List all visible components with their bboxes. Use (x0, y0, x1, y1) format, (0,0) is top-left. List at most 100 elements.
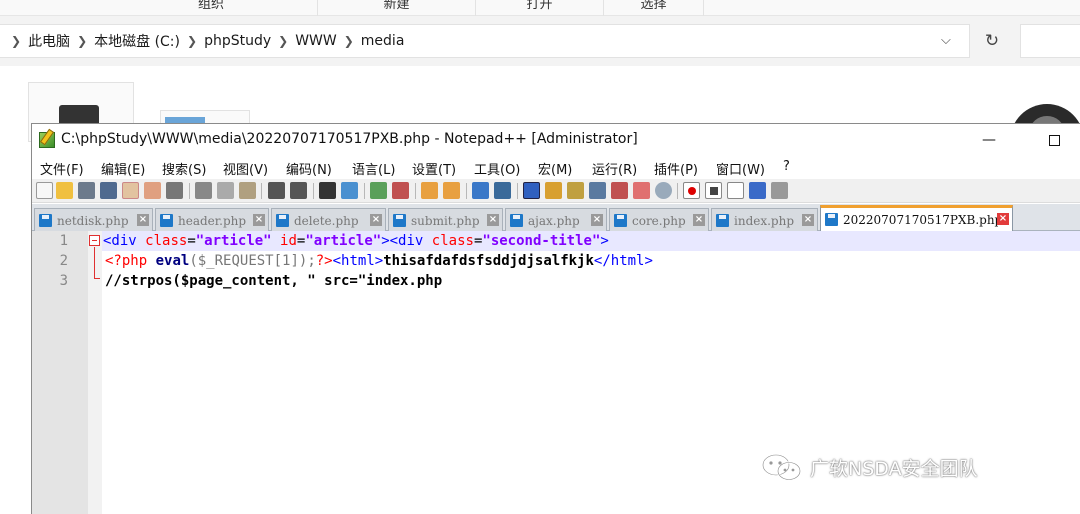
word-wrap-icon[interactable] (472, 182, 489, 199)
undo-icon[interactable] (268, 182, 285, 199)
toolbar-separator (466, 183, 467, 199)
tab-submit[interactable]: submit.php × (388, 208, 503, 231)
close-icon[interactable]: × (487, 214, 499, 226)
tab-label: header.php (178, 214, 247, 228)
menu-settings[interactable]: 设置(T) (412, 159, 456, 178)
save-icon[interactable] (78, 182, 95, 199)
line-number: 2 (59, 253, 68, 269)
tab-ajax[interactable]: ajax.php × (505, 208, 607, 231)
minimize-button[interactable]: — (966, 124, 1012, 156)
folder-as-workspace-icon[interactable] (611, 182, 628, 199)
save-macro-icon[interactable] (771, 182, 788, 199)
close-icon[interactable]: × (591, 214, 603, 226)
print-icon[interactable] (166, 182, 183, 199)
record-macro-icon[interactable] (683, 182, 700, 199)
breadcrumb-media[interactable]: media (361, 33, 405, 49)
menu-run[interactable]: 运行(R) (592, 159, 637, 178)
open-folder-icon[interactable] (56, 182, 73, 199)
zoom-out-icon[interactable] (392, 182, 409, 199)
tab-label: submit.php (411, 214, 480, 228)
stop-macro-icon[interactable] (705, 182, 722, 199)
indent-guide-icon[interactable] (523, 182, 540, 199)
open-dir-icon[interactable] (633, 182, 650, 199)
menu-encoding[interactable]: 编码(N) (286, 159, 332, 178)
copy-icon[interactable] (217, 182, 234, 199)
menu-edit[interactable]: 编辑(E) (101, 159, 145, 178)
sync-vertical-icon[interactable] (421, 182, 438, 199)
replace-icon[interactable] (341, 182, 358, 199)
address-bar[interactable]: ❯ 此电脑 ❯ 本地磁盘 (C:) ❯ phpStudy ❯ WWW ❯ med… (0, 24, 970, 58)
doc-map-icon[interactable] (567, 182, 584, 199)
menu-search[interactable]: 搜索(S) (162, 159, 206, 178)
breadcrumb: ❯ 此电脑 ❯ 本地磁盘 (C:) ❯ phpStudy ❯ WWW ❯ med… (4, 25, 404, 57)
monitoring-icon[interactable] (655, 182, 672, 199)
close-icon[interactable]: × (693, 214, 705, 226)
close-all-icon[interactable] (144, 182, 161, 199)
toolbar-separator (313, 183, 314, 199)
play-macro-icon[interactable] (727, 182, 744, 199)
ribbon-group-organize[interactable]: 组织 (105, 0, 318, 16)
chevron-right-icon[interactable]: ❯ (344, 34, 354, 48)
fold-end (94, 278, 100, 279)
close-icon[interactable]: × (370, 214, 382, 226)
code-line-3: //strpos($page_content, " src="index.php (105, 273, 443, 289)
tab-index[interactable]: index.php × (711, 208, 818, 231)
watermark: 广软NSDA安全团队 (760, 452, 978, 482)
chevron-right-icon[interactable]: ❯ (187, 34, 197, 48)
ribbon-group-open[interactable]: 打开 (476, 0, 604, 16)
close-icon[interactable]: × (997, 213, 1009, 225)
find-icon[interactable] (319, 182, 336, 199)
tab-header[interactable]: header.php × (155, 208, 269, 231)
menu-macro[interactable]: 宏(M) (538, 159, 572, 178)
title-bar[interactable]: C:\phpStudy\WWW\media\20220707170517PXB.… (32, 124, 1080, 156)
save-disk-icon (393, 214, 406, 227)
menu-file[interactable]: 文件(F) (40, 159, 84, 178)
run-macro-multiple-icon[interactable] (749, 182, 766, 199)
menu-language[interactable]: 语言(L) (352, 159, 395, 178)
toolbar-separator (677, 183, 678, 199)
breadcrumb-phpstudy[interactable]: phpStudy (204, 33, 271, 49)
save-disk-icon (614, 214, 627, 227)
refresh-button[interactable]: ↻ (974, 24, 1010, 58)
ribbon-group-select[interactable]: 选择 (604, 0, 704, 16)
chevron-right-icon[interactable]: ❯ (77, 34, 87, 48)
new-file-icon[interactable] (36, 182, 53, 199)
function-list-icon[interactable] (589, 182, 606, 199)
tab-delete[interactable]: delete.php × (271, 208, 386, 231)
breadcrumb-www[interactable]: WWW (295, 33, 337, 49)
explorer-ribbon: 组织 新建 打开 选择 (0, 0, 1080, 16)
toolbar-separator (517, 183, 518, 199)
close-file-icon[interactable] (122, 182, 139, 199)
tab-core[interactable]: core.php × (609, 208, 709, 231)
breadcrumb-this-pc[interactable]: 此电脑 (28, 31, 70, 51)
zoom-in-icon[interactable] (370, 182, 387, 199)
chevron-right-icon[interactable]: ❯ (278, 34, 288, 48)
menu-view[interactable]: 视图(V) (223, 159, 268, 178)
show-all-chars-icon[interactable] (494, 182, 511, 199)
tab-netdisk[interactable]: netdisk.php × (34, 208, 153, 231)
close-icon[interactable]: × (137, 214, 149, 226)
chevron-down-icon[interactable]: ⌵ (941, 33, 957, 49)
ribbon-group-new[interactable]: 新建 (318, 0, 476, 16)
menu-plugins[interactable]: 插件(P) (654, 159, 698, 178)
redo-icon[interactable] (290, 182, 307, 199)
menu-help[interactable]: ? (783, 159, 790, 174)
fold-minus-icon[interactable] (89, 235, 100, 246)
breadcrumb-local-disk[interactable]: 本地磁盘 (C:) (94, 31, 180, 51)
sync-horizontal-icon[interactable] (443, 182, 460, 199)
search-input[interactable] (1020, 24, 1080, 58)
language-icon[interactable] (545, 182, 562, 199)
menu-window[interactable]: 窗口(W) (716, 159, 765, 178)
maximize-icon (1048, 134, 1060, 146)
watermark-text: 广软NSDA安全团队 (810, 457, 978, 480)
cut-icon[interactable] (195, 182, 212, 199)
menu-tools[interactable]: 工具(O) (474, 159, 520, 178)
save-all-icon[interactable] (100, 182, 117, 199)
paste-icon[interactable] (239, 182, 256, 199)
close-icon[interactable]: × (802, 214, 814, 226)
tab-bar: netdisk.php × header.php × delete.php × … (32, 204, 1080, 231)
tab-current-file[interactable]: 20220707170517PXB.php × (820, 205, 1013, 231)
maximize-button[interactable] (1031, 124, 1077, 156)
close-icon[interactable]: × (253, 214, 265, 226)
toolbar-separator (261, 183, 262, 199)
